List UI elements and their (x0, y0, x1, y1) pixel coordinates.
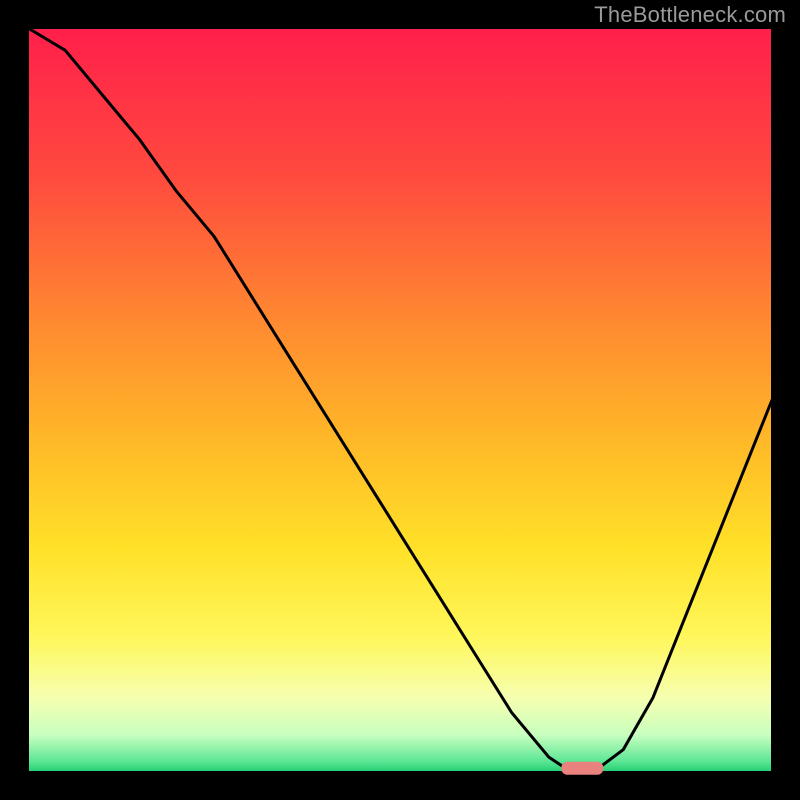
optimal-marker (561, 762, 603, 775)
bottleneck-chart (0, 0, 800, 800)
chart-container: TheBottleneck.com (0, 0, 800, 800)
